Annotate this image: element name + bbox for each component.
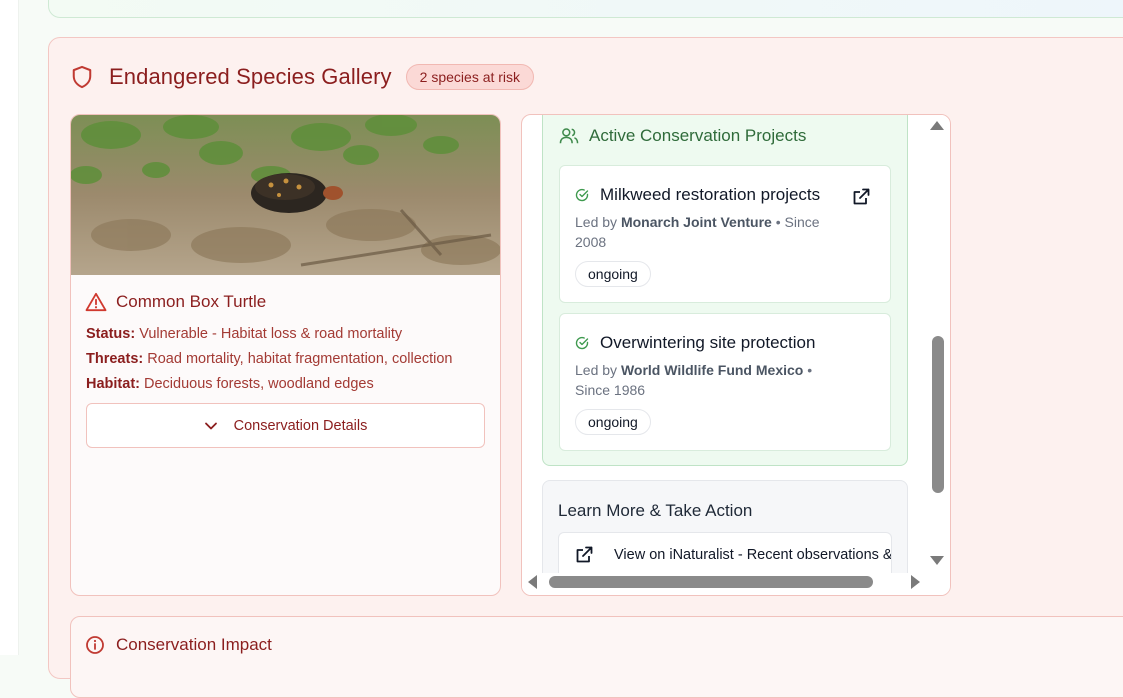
vertical-scrollbar-thumb[interactable] <box>932 336 944 493</box>
project-card: Overwintering site protection Led by Wor… <box>559 313 891 451</box>
impact-heading-row: Conservation Impact <box>85 635 272 655</box>
species-card: Common Box Turtle Status: Vulnerable - H… <box>70 114 501 596</box>
species-count-badge: 2 species at risk <box>405 64 535 90</box>
horizontal-scrollbar-thumb[interactable] <box>549 576 873 588</box>
project-org: Monarch Joint Venture <box>620 214 772 230</box>
habitat-label: Habitat: <box>86 376 140 392</box>
led-prefix: Led by <box>575 362 618 378</box>
external-link-icon <box>576 546 593 563</box>
project-lead: Led by Monarch Joint Venture • Since 200… <box>575 212 845 252</box>
conservation-impact-card: Conservation Impact <box>70 616 1123 698</box>
project-lead: Led by World Wildlife Fund Mexico • Sinc… <box>575 360 845 400</box>
species-photo <box>71 115 500 275</box>
scroll-right-arrow-icon[interactable] <box>911 575 920 589</box>
shield-icon <box>72 65 92 89</box>
scroll-left-arrow-icon[interactable] <box>528 575 537 589</box>
projects-heading-row: Active Conservation Projects <box>559 126 806 146</box>
active-projects-section: Active Conservation Projects Milkweed re… <box>542 115 908 466</box>
threats-line: Threats: Road mortality, habitat fragmen… <box>86 351 452 367</box>
warning-triangle-icon <box>85 292 107 312</box>
status-label: Status: <box>86 326 136 342</box>
species-name: Common Box Turtle <box>116 292 267 311</box>
endangered-species-gallery: Endangered Species Gallery 2 species at … <box>48 37 1123 698</box>
status-value: Vulnerable - Habitat loss & road mortali… <box>139 326 403 342</box>
project-title: Overwintering site protection <box>600 333 816 352</box>
left-rail <box>0 0 19 655</box>
projects-heading: Active Conservation Projects <box>589 126 807 145</box>
external-link-icon[interactable] <box>851 187 871 207</box>
project-status-badge: ongoing <box>575 261 651 287</box>
check-circle-icon <box>575 336 589 350</box>
threats-label: Threats: <box>86 351 144 367</box>
users-icon <box>559 128 579 144</box>
gallery-header: Endangered Species Gallery 2 species at … <box>71 64 535 90</box>
habitat-line: Habitat: Deciduous forests, woodland edg… <box>86 376 374 392</box>
scroll-up-arrow-icon[interactable] <box>930 121 944 130</box>
scroll-down-arrow-icon[interactable] <box>930 556 944 565</box>
project-status-badge: ongoing <box>575 409 651 435</box>
check-circle-icon <box>575 188 589 202</box>
inaturalist-link-label: View on iNaturalist - Recent observation… <box>614 547 892 563</box>
gallery-title: Endangered Species Gallery <box>109 64 392 89</box>
habitat-value: Deciduous forests, woodland edges <box>144 376 374 392</box>
chevron-down-icon <box>204 422 217 429</box>
project-title-row: Milkweed restoration projects <box>575 185 820 205</box>
project-title: Milkweed restoration projects <box>600 185 821 204</box>
conservation-details-button[interactable]: Conservation Details <box>86 403 485 448</box>
conservation-details-label: Conservation Details <box>233 417 368 434</box>
conservation-scroll-panel[interactable]: Active Conservation Projects Milkweed re… <box>521 114 951 596</box>
led-prefix: Led by <box>575 214 618 230</box>
species-name-row: Common Box Turtle <box>85 292 266 312</box>
project-org: World Wildlife Fund Mexico <box>620 362 804 378</box>
info-icon <box>86 636 104 654</box>
project-title-row: Overwintering site protection <box>575 333 815 353</box>
learn-more-title: Learn More & Take Action <box>558 501 753 520</box>
status-line: Status: Vulnerable - Habitat loss & road… <box>86 326 402 342</box>
previous-section-card <box>48 0 1123 18</box>
project-card: Milkweed restoration projects Led by Mon… <box>559 165 891 303</box>
impact-title: Conservation Impact <box>116 635 272 654</box>
threats-value: Road mortality, habitat fragmentation, c… <box>147 351 453 367</box>
